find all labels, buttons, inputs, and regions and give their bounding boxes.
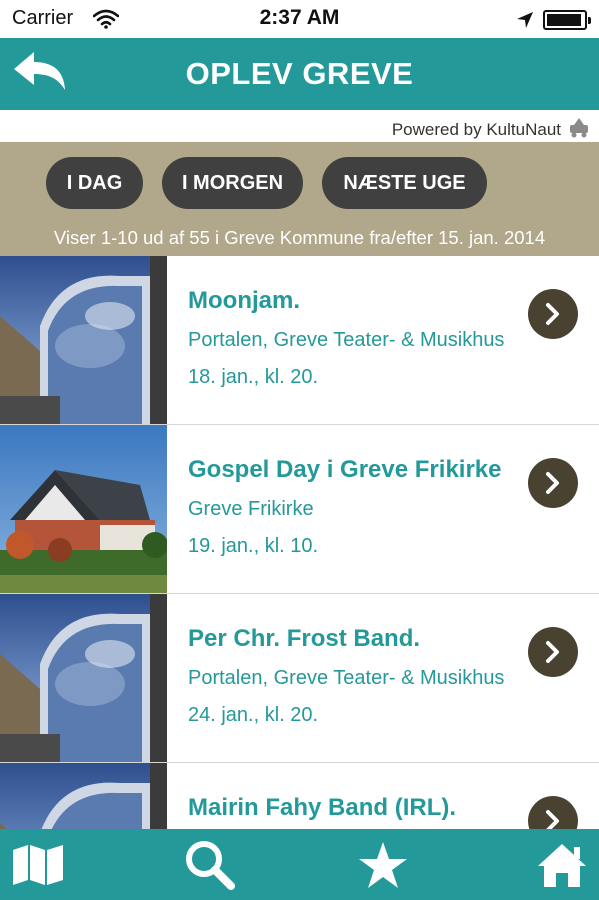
event-date: 24. jan., kl. 20.	[188, 704, 319, 726]
filter-tomorrow-button[interactable]: I MORGEN	[162, 157, 303, 209]
chevron-right-icon	[546, 303, 559, 325]
event-title: Mairin Fahy Band (IRL).	[188, 794, 457, 821]
status-bar: Carrier 2:37 AM	[0, 0, 599, 38]
event-title: Per Chr. Frost Band.	[188, 625, 421, 652]
event-detail-button[interactable]	[528, 289, 578, 339]
event-thumbnail	[0, 594, 167, 762]
event-row[interactable]: Per Chr. Frost Band. Portalen, Greve Tea…	[0, 594, 599, 763]
event-venue: Portalen, Greve Teater- & Musikhus	[188, 667, 505, 689]
map-icon	[13, 844, 63, 885]
tab-map[interactable]	[0, 829, 83, 900]
filter-today-button[interactable]: I DAG	[46, 157, 143, 209]
event-detail-button[interactable]	[528, 796, 578, 829]
tab-home[interactable]	[517, 829, 599, 900]
event-date: 18. jan., kl. 20.	[188, 366, 319, 388]
event-title: Gospel Day i Greve Frikirke	[188, 456, 502, 483]
tab-search[interactable]	[165, 829, 255, 900]
event-thumbnail	[0, 425, 167, 593]
powered-by-bar: Powered by KultuNaut	[0, 110, 599, 142]
kultunaut-logo-icon	[567, 116, 591, 143]
event-row[interactable]: Mairin Fahy Band (IRL).	[0, 763, 599, 829]
search-icon	[186, 840, 235, 890]
chevron-right-icon	[546, 641, 559, 663]
home-icon	[538, 843, 586, 887]
event-row[interactable]: Gospel Day i Greve Frikirke Greve Frikir…	[0, 425, 599, 594]
event-row[interactable]: Moonjam. Portalen, Greve Teater- & Musik…	[0, 256, 599, 425]
results-info-text: Viser 1-10 ud af 55 i Greve Kommune fra/…	[53, 227, 546, 248]
event-title: Moonjam.	[188, 287, 300, 314]
event-venue: Greve Frikirke	[188, 498, 314, 520]
event-date: 19. jan., kl. 10.	[188, 535, 319, 557]
event-list[interactable]: Moonjam. Portalen, Greve Teater- & Musik…	[0, 256, 599, 829]
nav-bar: OPLEV GREVE	[0, 38, 599, 110]
event-venue: Portalen, Greve Teater- & Musikhus	[188, 329, 505, 351]
tab-favorites[interactable]	[338, 829, 428, 900]
event-detail-button[interactable]	[528, 627, 578, 677]
chevron-right-icon	[546, 810, 559, 829]
page-title: OPLEV GREVE	[185, 56, 414, 91]
chevron-right-icon	[546, 472, 559, 494]
event-thumbnail	[0, 256, 167, 424]
star-icon	[359, 841, 407, 888]
status-time: 2:37 AM	[259, 6, 340, 29]
tab-bar	[0, 829, 599, 900]
battery-icon	[543, 10, 591, 30]
event-detail-button[interactable]	[528, 458, 578, 508]
event-thumbnail	[0, 763, 167, 829]
powered-by-text: Powered by KultuNaut	[391, 120, 561, 139]
filter-panel: I DAG I MORGEN NÆSTE UGE Viser 1-10 ud a…	[0, 142, 599, 256]
filter-next-week-button[interactable]: NÆSTE UGE	[322, 157, 487, 209]
location-arrow-icon	[516, 11, 534, 34]
